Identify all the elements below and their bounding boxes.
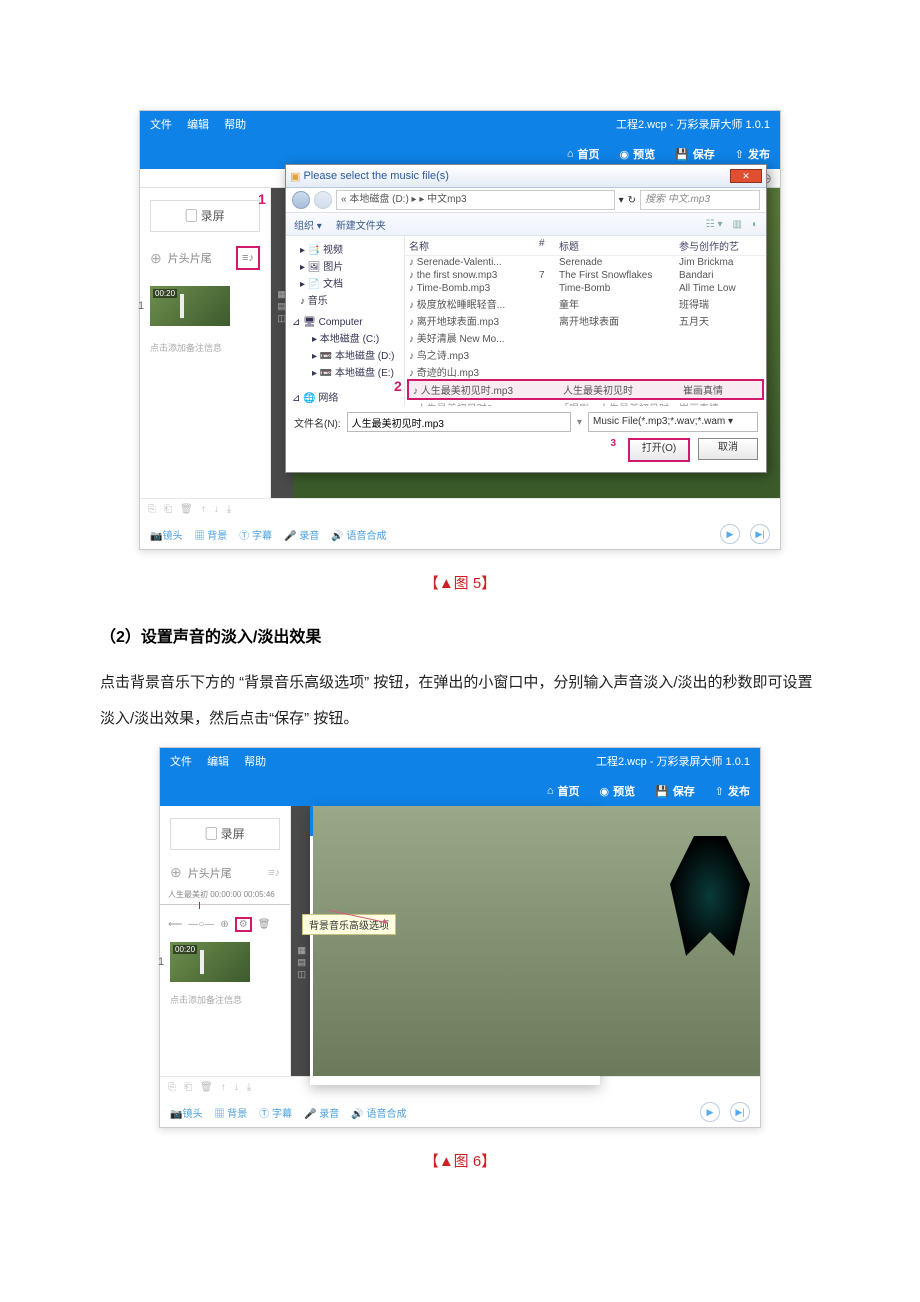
left-panel: ▢ 录屏 ⊕ 片头片尾 ≡♪ 1 1 00:20 ▦▤◫ 点击添加备注信息	[140, 188, 271, 498]
tab-record[interactable]: 🎤 录音	[284, 527, 319, 542]
screenshot-figure-6: 文件 编辑 帮助 工程2.wcp - 万彩录屏大师 1.0.1 ⌂ 首页 ◉ 预…	[159, 747, 761, 1128]
open-button[interactable]: 打开(O)	[628, 438, 690, 462]
gear-tooltip: 背景音乐高级选项	[302, 914, 396, 935]
file-row[interactable]: ♪ Time-Bomb.mp3Time-BombAll Time Low	[405, 282, 766, 295]
note-hint[interactable]: 点击添加备注信息	[150, 341, 260, 354]
file-row[interactable]: ♪ 离开地球表面.mp3离开地球表面五月天	[405, 312, 766, 329]
file-row[interactable]: ♪ 美好清晨 New Mo...	[405, 329, 766, 346]
filename-input[interactable]	[347, 412, 571, 432]
filetype-filter[interactable]: Music File(*.mp3;*.wav;*.wam ▾	[588, 412, 758, 432]
file-row[interactable]: ♪ 鸟之诗.mp3	[405, 346, 766, 363]
clip-thumbnail[interactable]: 1 00:20 ▦▤◫	[150, 286, 260, 329]
advanced-options-button[interactable]: ⚙	[235, 917, 252, 932]
screenshot-figure-5: 文件 编辑 帮助 工程2.wcp - 万彩录屏大师 1.0.1 ⌂ 首页 ◉ 预…	[139, 110, 781, 550]
section-2-heading: （2）设置声音的淡入/淡出效果	[100, 623, 820, 647]
file-row[interactable]: ♪ 奇迹的山.mp3	[405, 363, 766, 380]
tab-lens[interactable]: 📷镜头	[150, 527, 182, 542]
annotation-3: 3	[610, 438, 616, 462]
figure-5-caption: 【▲图 5】	[100, 572, 820, 593]
file-row[interactable]: ♪ Serenade-Valenti...SerenadeJim Brickma	[405, 256, 766, 269]
clip-tools: ⎘⎗🗑↑↓⤓	[140, 498, 780, 519]
record-button[interactable]: ▢ 录屏	[170, 818, 280, 850]
folder-tree[interactable]: ▸ 📑 视频 ▸ 🖼 图片 ▸ 📄 文档 ♪ 音乐 ⊿ 🖥 Computer ▸…	[286, 236, 405, 406]
forward-button[interactable]	[314, 191, 332, 209]
menu-help[interactable]: 帮助	[224, 119, 246, 131]
filename-label: 文件名(N):	[294, 415, 341, 430]
path-breadcrumb[interactable]: « 本地磁盘 (D:) ▸ ▸ 中文mp3	[336, 190, 615, 210]
window-title: 工程2.wcp - 万彩录屏大师 1.0.1	[616, 111, 770, 139]
file-list[interactable]: 名称#标题参与创作的艺 ♪ Serenade-Valenti...Serenad…	[405, 236, 766, 406]
save-button[interactable]: 💾 保存	[675, 146, 715, 162]
instruction-paragraph: 点击背景音乐下方的 “背景音乐高级选项” 按钮，在弹出的小窗口中，分别输入声音淡…	[100, 665, 820, 737]
tab-background[interactable]: ▦ 背景	[194, 527, 227, 542]
help-icon[interactable]: ◐	[752, 219, 758, 230]
view-icon[interactable]: ☷ ▾	[706, 219, 723, 230]
publish-button[interactable]: ⇧ 发布	[735, 146, 770, 162]
butterfly-graphic	[670, 836, 750, 956]
figure-6-caption: 【▲图 6】	[100, 1150, 820, 1171]
organize-menu[interactable]: 组织 ▾	[294, 217, 322, 232]
selected-file-row[interactable]: ♪ 人生最美初见时.mp3人生最美初见时崔画真情	[407, 379, 764, 400]
cancel-button[interactable]: 取消	[698, 438, 758, 460]
menu-file[interactable]: 文件	[150, 119, 172, 131]
new-folder-button[interactable]: 新建文件夹	[336, 217, 386, 232]
next-button[interactable]: ▶|	[750, 524, 770, 544]
search-input[interactable]: 搜索 中文.mp3	[640, 190, 760, 210]
bottom-tab-bar: 📷镜头 ▦ 背景 Ⓣ 字幕 🎤 录音 🔊 语音合成 ▶ ▶|	[140, 519, 780, 549]
dialog-title: Please select the music file(s)	[303, 170, 449, 182]
tab-tts[interactable]: 🔊 语音合成	[331, 527, 386, 542]
add-clip-label: 片头片尾	[168, 250, 212, 266]
folder-icon: ▣	[290, 170, 300, 183]
preview-canvas	[313, 806, 760, 1076]
play-button[interactable]: ▶	[720, 524, 740, 544]
music-track-label: 人生最美初 00:00:00 00:05:46	[168, 889, 282, 900]
file-row[interactable]: ♪ the first snow.mp37The First Snowflake…	[405, 269, 766, 282]
home-button[interactable]: ⌂ 首页	[567, 146, 600, 162]
close-icon[interactable]: ✕	[730, 169, 762, 183]
title-bar: 文件 编辑 帮助 工程2.wcp - 万彩录屏大师 1.0.1	[140, 111, 780, 139]
annotation-1: 1	[258, 191, 266, 207]
menu-edit[interactable]: 编辑	[187, 119, 209, 131]
back-button[interactable]	[292, 191, 310, 209]
file-open-dialog: ▣ Please select the music file(s) ✕ « 本地…	[285, 164, 767, 473]
add-music-button[interactable]: ≡♪	[236, 246, 260, 270]
tab-subtitle[interactable]: Ⓣ 字幕	[239, 527, 272, 542]
file-row[interactable]: ♪ 极度放松睡眠轻音...童年班得瑞	[405, 295, 766, 312]
preview-button[interactable]: ◉ 预览	[619, 146, 655, 162]
plus-icon[interactable]: ⊕	[150, 250, 162, 267]
record-button[interactable]: ▢ 录屏	[150, 200, 260, 232]
preview-pane-icon[interactable]: ▥	[733, 219, 742, 230]
